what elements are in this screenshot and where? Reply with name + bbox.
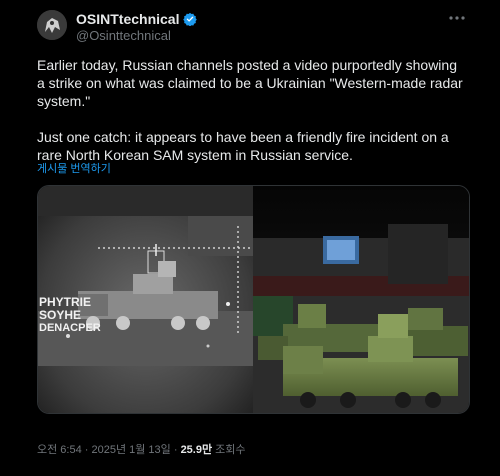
tweet-paragraph-2: Just one catch: it appears to have been …: [37, 129, 449, 163]
overlay-text-line-3: DENACPER: [39, 322, 101, 334]
views-count: 25.9만: [180, 444, 213, 456]
timestamp[interactable]: 오전 6:54 · 2025년 1월 13일 ·: [37, 444, 181, 456]
author-avatar[interactable]: [37, 10, 67, 40]
author-handle[interactable]: @Osinttechnical: [76, 28, 171, 43]
overlay-text-line-1: PHYTRIE: [39, 295, 91, 309]
author-name-row: OSINTtechnical: [76, 11, 198, 27]
views-label: 조회수: [212, 444, 246, 456]
author-display-name[interactable]: OSINTtechnical: [76, 11, 179, 27]
tweet-paragraph-1: Earlier today, Russian channels posted a…: [37, 57, 463, 109]
tweet-text: Earlier today, Russian channels posted a…: [37, 56, 467, 164]
more-options-icon[interactable]: [447, 8, 467, 28]
parade-photo-image[interactable]: [253, 186, 469, 413]
verified-badge-icon: [183, 12, 198, 26]
overlay-text-line-2: SOYHE: [39, 308, 81, 322]
tweet: OSINTtechnical @Osinttechnical Earlier t…: [0, 0, 500, 476]
translate-post-link[interactable]: 게시물 번역하기: [37, 160, 111, 176]
thermal-video-image[interactable]: PHYTRIE SOYHE DENACPER: [38, 186, 253, 413]
avatar-image: [37, 10, 67, 40]
tweet-media[interactable]: PHYTRIE SOYHE DENACPER: [37, 185, 470, 414]
tweet-meta: 오전 6:54 · 2025년 1월 13일 · 25.9만 조회수: [37, 441, 246, 457]
